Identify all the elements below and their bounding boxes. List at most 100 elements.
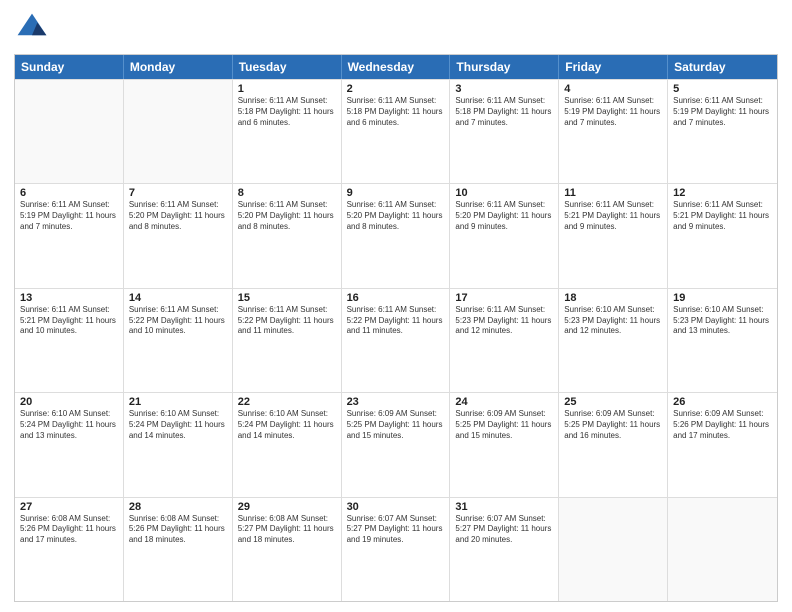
cal-row: 6Sunrise: 6:11 AM Sunset: 5:19 PM Daylig… xyxy=(15,183,777,287)
cell-info: Sunrise: 6:10 AM Sunset: 5:24 PM Dayligh… xyxy=(238,409,336,441)
cal-row: 27 Sunrise: 6:08 AM Sunset: 5:26 PM Dayli… xyxy=(15,497,777,601)
cal-cell: 31Sunrise: 6:07 AM Sunset: 5:27 PM Dayli… xyxy=(450,498,559,601)
cal-cell: 13Sunrise: 6:11 AM Sunset: 5:21 PM Dayli… xyxy=(15,289,124,392)
page: SundayMondayTuesdayWednesdayThursdayFrid… xyxy=(0,0,792,612)
day-number: 14 xyxy=(129,292,227,304)
cell-info: Sunrise: 6:11 AM Sunset: 5:21 PM Dayligh… xyxy=(564,200,662,232)
cal-cell: 18Sunrise: 6:10 AM Sunset: 5:23 PM Dayli… xyxy=(559,289,668,392)
cell-info: Sunrise: 6:11 AM Sunset: 5:18 PM Dayligh… xyxy=(455,96,553,128)
cal-header-day: Saturday xyxy=(668,55,777,79)
cal-header-day: Monday xyxy=(124,55,233,79)
cell-info: Sunrise: 6:11 AM Sunset: 5:19 PM Dayligh… xyxy=(20,200,118,232)
cal-cell: 25Sunrise: 6:09 AM Sunset: 5:25 PM Dayli… xyxy=(559,393,668,496)
day-number: 31 xyxy=(455,501,553,513)
cell-info: Sunrise: 6:11 AM Sunset: 5:19 PM Dayligh… xyxy=(673,96,772,128)
cell-info: Sunrise: 6:09 AM Sunset: 5:25 PM Dayligh… xyxy=(455,409,553,441)
cell-info: Sunrise: 6:08 AM Sunset: 5:27 PM Dayligh… xyxy=(238,514,336,546)
day-number: 1 xyxy=(238,83,336,95)
cell-info: Sunrise: 6:11 AM Sunset: 5:20 PM Dayligh… xyxy=(129,200,227,232)
cell-info: Sunrise: 6:11 AM Sunset: 5:20 PM Dayligh… xyxy=(455,200,553,232)
day-number: 18 xyxy=(564,292,662,304)
cell-info: Sunrise: 6:11 AM Sunset: 5:21 PM Dayligh… xyxy=(20,305,118,337)
cal-cell: 27Sunrise: 6:08 AM Sunset: 5:26 PM Dayli… xyxy=(15,498,124,601)
cal-cell: 1Sunrise: 6:11 AM Sunset: 5:18 PM Daylig… xyxy=(233,80,342,183)
cell-info: Sunrise: 6:11 AM Sunset: 5:22 PM Dayligh… xyxy=(238,305,336,337)
cal-cell: 30Sunrise: 6:07 AM Sunset: 5:27 PM Dayli… xyxy=(342,498,451,601)
cal-cell: 11Sunrise: 6:11 AM Sunset: 5:21 PM Dayli… xyxy=(559,184,668,287)
calendar-body: 1 Sunrise: 6:11 AM Sunset: 5:18 PM Daylig… xyxy=(15,79,777,601)
day-number: 2 xyxy=(347,83,445,95)
day-number: 9 xyxy=(347,187,445,199)
cal-cell: 21Sunrise: 6:10 AM Sunset: 5:24 PM Dayli… xyxy=(124,393,233,496)
cell-info: Sunrise: 6:11 AM Sunset: 5:19 PM Dayligh… xyxy=(564,96,662,128)
cal-cell: 16Sunrise: 6:11 AM Sunset: 5:22 PM Dayli… xyxy=(342,289,451,392)
cal-cell xyxy=(15,80,124,183)
cell-info: Sunrise: 6:11 AM Sunset: 5:20 PM Dayligh… xyxy=(238,200,336,232)
cal-cell: 10Sunrise: 6:11 AM Sunset: 5:20 PM Dayli… xyxy=(450,184,559,287)
cell-info: Sunrise: 6:11 AM Sunset: 5:22 PM Dayligh… xyxy=(347,305,445,337)
cal-cell: 9Sunrise: 6:11 AM Sunset: 5:20 PM Daylig… xyxy=(342,184,451,287)
calendar: SundayMondayTuesdayWednesdayThursdayFrid… xyxy=(14,54,778,602)
day-number: 20 xyxy=(20,396,118,408)
cal-cell: 24Sunrise: 6:09 AM Sunset: 5:25 PM Dayli… xyxy=(450,393,559,496)
logo-icon xyxy=(14,10,50,46)
cal-cell: 14Sunrise: 6:11 AM Sunset: 5:22 PM Dayli… xyxy=(124,289,233,392)
day-number: 26 xyxy=(673,396,772,408)
day-number: 19 xyxy=(673,292,772,304)
day-number: 16 xyxy=(347,292,445,304)
cell-info: Sunrise: 6:07 AM Sunset: 5:27 PM Dayligh… xyxy=(347,514,445,546)
day-number: 22 xyxy=(238,396,336,408)
cal-header-day: Thursday xyxy=(450,55,559,79)
day-number: 3 xyxy=(455,83,553,95)
cell-info: Sunrise: 6:08 AM Sunset: 5:26 PM Dayligh… xyxy=(129,514,227,546)
cell-info: Sunrise: 6:11 AM Sunset: 5:23 PM Dayligh… xyxy=(455,305,553,337)
day-number: 7 xyxy=(129,187,227,199)
cal-row: 13Sunrise: 6:11 AM Sunset: 5:21 PM Dayli… xyxy=(15,288,777,392)
cell-info: Sunrise: 6:11 AM Sunset: 5:22 PM Dayligh… xyxy=(129,305,227,337)
day-number: 25 xyxy=(564,396,662,408)
cal-cell: 22Sunrise: 6:10 AM Sunset: 5:24 PM Dayli… xyxy=(233,393,342,496)
day-number: 23 xyxy=(347,396,445,408)
cal-cell: 3Sunrise: 6:11 AM Sunset: 5:18 PM Daylig… xyxy=(450,80,559,183)
day-number: 12 xyxy=(673,187,772,199)
day-number: 4 xyxy=(564,83,662,95)
calendar-header: SundayMondayTuesdayWednesdayThursdayFrid… xyxy=(15,55,777,79)
cal-cell: 12Sunrise: 6:11 AM Sunset: 5:21 PM Dayli… xyxy=(668,184,777,287)
cal-header-day: Tuesday xyxy=(233,55,342,79)
cal-cell xyxy=(559,498,668,601)
cell-info: Sunrise: 6:11 AM Sunset: 5:18 PM Dayligh… xyxy=(347,96,445,128)
cal-cell: 6Sunrise: 6:11 AM Sunset: 5:19 PM Daylig… xyxy=(15,184,124,287)
cal-cell: 19Sunrise: 6:10 AM Sunset: 5:23 PM Dayli… xyxy=(668,289,777,392)
cell-info: Sunrise: 6:09 AM Sunset: 5:25 PM Dayligh… xyxy=(564,409,662,441)
day-number: 17 xyxy=(455,292,553,304)
cal-cell: 15Sunrise: 6:11 AM Sunset: 5:22 PM Dayli… xyxy=(233,289,342,392)
cal-header-day: Wednesday xyxy=(342,55,451,79)
day-number: 5 xyxy=(673,83,772,95)
day-number: 10 xyxy=(455,187,553,199)
day-number: 21 xyxy=(129,396,227,408)
cal-cell: 29Sunrise: 6:08 AM Sunset: 5:27 PM Dayli… xyxy=(233,498,342,601)
cal-cell: 20Sunrise: 6:10 AM Sunset: 5:24 PM Dayli… xyxy=(15,393,124,496)
day-number: 27 xyxy=(20,501,118,513)
header xyxy=(14,10,778,46)
day-number: 13 xyxy=(20,292,118,304)
cell-info: Sunrise: 6:10 AM Sunset: 5:24 PM Dayligh… xyxy=(20,409,118,441)
cal-cell: 2Sunrise: 6:11 AM Sunset: 5:18 PM Daylig… xyxy=(342,80,451,183)
cal-cell: 23Sunrise: 6:09 AM Sunset: 5:25 PM Dayli… xyxy=(342,393,451,496)
day-number: 6 xyxy=(20,187,118,199)
cell-info: Sunrise: 6:09 AM Sunset: 5:26 PM Dayligh… xyxy=(673,409,772,441)
cal-cell: 7Sunrise: 6:11 AM Sunset: 5:20 PM Daylig… xyxy=(124,184,233,287)
cal-cell: 28Sunrise: 6:08 AM Sunset: 5:26 PM Dayli… xyxy=(124,498,233,601)
day-number: 28 xyxy=(129,501,227,513)
cell-info: Sunrise: 6:11 AM Sunset: 5:20 PM Dayligh… xyxy=(347,200,445,232)
cell-info: Sunrise: 6:11 AM Sunset: 5:21 PM Dayligh… xyxy=(673,200,772,232)
day-number: 11 xyxy=(564,187,662,199)
cal-cell: 5Sunrise: 6:11 AM Sunset: 5:19 PM Daylig… xyxy=(668,80,777,183)
day-number: 30 xyxy=(347,501,445,513)
cal-cell: 26Sunrise: 6:09 AM Sunset: 5:26 PM Dayli… xyxy=(668,393,777,496)
cal-cell xyxy=(124,80,233,183)
logo xyxy=(14,10,54,46)
cal-cell: 17Sunrise: 6:11 AM Sunset: 5:23 PM Dayli… xyxy=(450,289,559,392)
cell-info: Sunrise: 6:07 AM Sunset: 5:27 PM Dayligh… xyxy=(455,514,553,546)
cal-cell: 8Sunrise: 6:11 AM Sunset: 5:20 PM Daylig… xyxy=(233,184,342,287)
